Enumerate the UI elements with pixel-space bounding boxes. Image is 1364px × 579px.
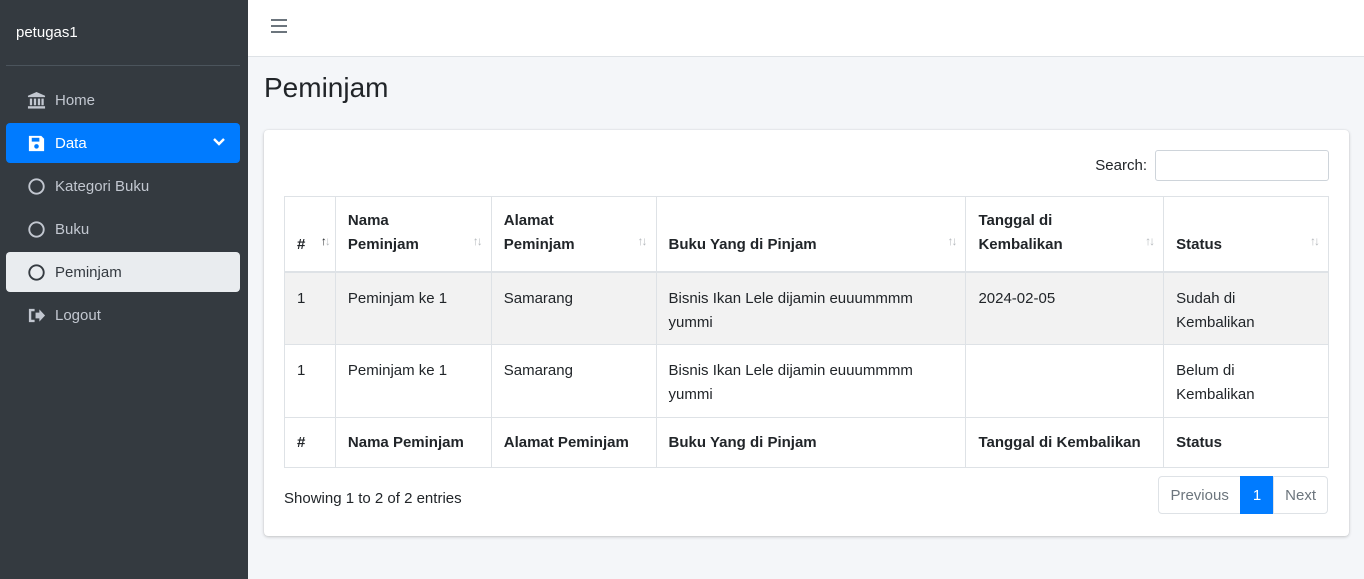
sidebar-nav: Home Data Kategori Buku Buku Peminjam Lo… (0, 66, 248, 335)
sidebar-item-peminjam[interactable]: Peminjam (6, 252, 240, 292)
sidebar-item-home[interactable]: Home (6, 80, 240, 120)
cell-text: Belum di Kembalikan (1176, 362, 1255, 403)
column-header-tanggal[interactable]: Tanggal di Kembalikan ↑↓ (965, 196, 1165, 273)
data-table: # ↑↓ Nama Peminjam ↑↓ Alamat Peminjam ↑↓ Bu… (284, 196, 1329, 468)
top-navbar (248, 0, 1364, 57)
bank-icon (26, 90, 46, 110)
header-label: Alamat Peminjam (503, 211, 575, 253)
sidebar-item-kategori-buku[interactable]: Kategori Buku (6, 166, 240, 206)
cell-text: Sudah di Kembalikan (1176, 289, 1255, 331)
cell-buku: Bisnis Ikan Lele dijamin euuummmm yummi (655, 271, 967, 345)
footer-header-buku: Buku Yang di Pinjam (655, 417, 967, 468)
sort-asc-icon: ↑↓ (320, 233, 331, 248)
cell-tanggal: 2024-02-05 (965, 271, 1165, 345)
table-header-row: # ↑↓ Nama Peminjam ↑↓ Alamat Peminjam ↑↓ Bu… (284, 196, 1329, 273)
column-header-number[interactable]: # ↑↓ (284, 196, 336, 273)
sort-icon: ↑↓ (472, 233, 483, 248)
previous-button[interactable]: Previous (1158, 476, 1241, 514)
header-label: Status (1176, 235, 1223, 253)
cell-alamat: Samarang (490, 344, 657, 418)
circle-icon (26, 262, 46, 282)
cell-buku: Bisnis Ikan Lele dijamin euuummmm yummi (655, 344, 967, 418)
sidebar-item-label: Logout (55, 306, 101, 324)
save-icon (26, 133, 46, 153)
cell-tanggal (965, 344, 1165, 418)
sidebar-item-data[interactable]: Data (6, 123, 240, 163)
cell-alamat: Samarang (490, 271, 657, 345)
sidebar-item-logout[interactable]: Logout (6, 295, 240, 335)
column-header-alamat-peminjam[interactable]: Alamat Peminjam ↑↓ (490, 196, 657, 273)
sidebar-item-label: Data (55, 134, 87, 152)
footer-header-status: Status (1163, 417, 1329, 468)
table-row: 1 Peminjam ke 1 Samarang Bisnis Ikan Lel… (284, 271, 1329, 345)
sidebar: petugas1 Home Data Kategori Buku Buku Pe… (0, 0, 248, 579)
table-row: 1 Peminjam ke 1 Samarang Bisnis Ikan Lel… (284, 344, 1329, 418)
pagination: Previous 1 Next (1158, 476, 1328, 514)
column-header-buku[interactable]: Buku Yang di Pinjam ↑↓ (655, 196, 967, 273)
header-label: Buku Yang di Pinjam (668, 235, 817, 253)
sort-icon: ↑↓ (637, 233, 648, 248)
table-footer-row: # Nama Peminjam Alamat Peminjam Buku Yan… (284, 417, 1329, 468)
page-title: Peminjam (264, 72, 389, 103)
cell-status: Belum di Kembalikan (1163, 344, 1329, 418)
search-input[interactable] (1155, 150, 1329, 181)
cell-number: 1 (284, 344, 336, 418)
header-label: Tanggal di Kembalikan (978, 211, 1063, 253)
sort-icon: ↑↓ (1145, 233, 1155, 248)
header-label: Nama Peminjam (347, 211, 419, 253)
header-label: # (297, 235, 306, 253)
cell-nama: Peminjam ke 1 (334, 344, 492, 418)
footer-header-number: # (284, 417, 336, 468)
sort-icon: ↑↓ (1310, 233, 1320, 248)
circle-icon (26, 219, 46, 239)
search-bar: Search: (1095, 150, 1329, 181)
sidebar-item-label: Buku (55, 220, 90, 238)
cell-text: Bisnis Ikan Lele dijamin euuummmm yummi (668, 289, 913, 331)
circle-icon (26, 176, 46, 196)
menu-toggle-icon[interactable] (271, 19, 287, 35)
sidebar-item-label: Kategori Buku (55, 177, 150, 195)
user-name[interactable]: petugas1 (6, 0, 240, 66)
footer-header-nama: Nama Peminjam (334, 417, 492, 468)
data-card: Search: # ↑↓ Nama Peminjam ↑↓ Alamat Pemin… (264, 130, 1349, 536)
next-button[interactable]: Next (1273, 476, 1328, 514)
footer-header-alamat: Alamat Peminjam (490, 417, 657, 468)
sidebar-item-label: Home (55, 91, 96, 109)
sort-icon: ↑↓ (947, 233, 957, 248)
page-1-button[interactable]: 1 (1239, 476, 1275, 514)
cell-text: Bisnis Ikan Lele dijamin euuummmm yummi (668, 362, 913, 403)
table-info: Showing 1 to 2 of 2 entries (284, 490, 462, 507)
chevron-down-icon (213, 138, 225, 146)
cell-status: Sudah di Kembalikan (1163, 271, 1329, 345)
footer-header-tanggal: Tanggal di Kembalikan (965, 417, 1165, 468)
cell-number: 1 (284, 271, 336, 345)
sidebar-item-buku[interactable]: Buku (6, 209, 240, 249)
cell-nama: Peminjam ke 1 (334, 271, 492, 345)
sign-out-icon (26, 305, 46, 325)
search-label: Search: (1095, 157, 1147, 174)
sidebar-item-label: Peminjam (55, 263, 122, 281)
column-header-nama-peminjam[interactable]: Nama Peminjam ↑↓ (334, 196, 492, 273)
column-header-status[interactable]: Status ↑↓ (1163, 196, 1329, 273)
